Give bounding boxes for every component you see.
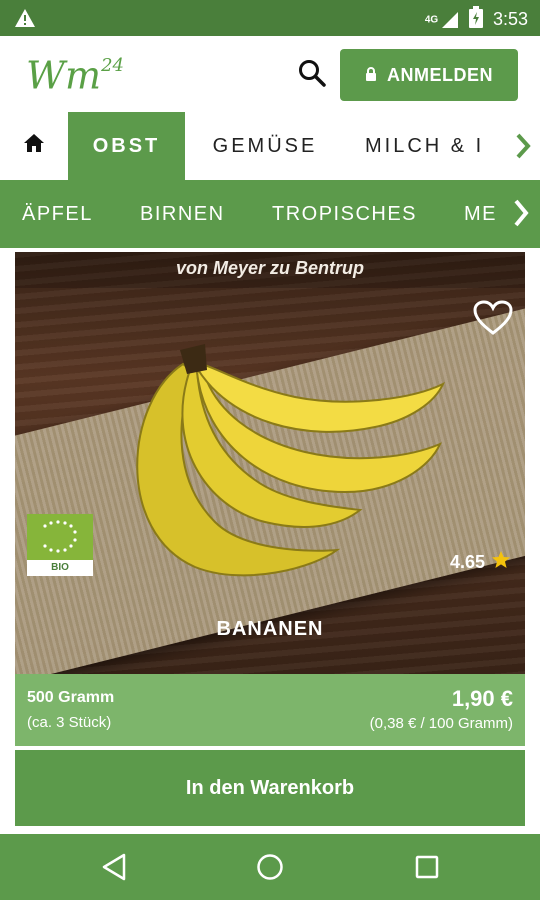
recents-icon[interactable]: [413, 852, 441, 887]
product-card[interactable]: von Meyer zu Bentrup BIO 4.65 BANANEN: [15, 252, 525, 674]
search-icon[interactable]: [297, 58, 327, 93]
system-nav-bar: [0, 834, 540, 900]
product-count: (ca. 3 Stück): [27, 714, 112, 731]
subcat-tropisches[interactable]: TROPISCHES: [272, 180, 417, 248]
add-to-cart-button[interactable]: In den Warenkorb: [15, 750, 525, 826]
chevron-right-icon[interactable]: [514, 132, 532, 165]
product-name: BANANEN: [216, 618, 324, 640]
tab-home[interactable]: [0, 112, 68, 180]
clock: 3:53: [492, 9, 528, 29]
network-type: 4G: [424, 14, 439, 26]
subcat-more[interactable]: ME: [464, 180, 497, 248]
product-info-band: 500 Gramm (ca. 3 Stück) 1,90 € (0,38 € /…: [15, 674, 525, 746]
signal-icon: [441, 11, 458, 28]
battery-icon: [468, 6, 483, 33]
subcat-birnen[interactable]: BIRNEN: [140, 180, 225, 248]
favorite-heart-icon[interactable]: [473, 300, 513, 341]
banana-image: [136, 344, 446, 577]
tab-obst[interactable]: OBST: [68, 112, 185, 180]
producer-label: von Meyer zu Bentrup: [175, 258, 365, 278]
status-bar: 4G 3:53: [0, 0, 540, 36]
home-icon: [23, 133, 45, 159]
bio-badge: BIO: [27, 514, 93, 576]
tab-gemuese[interactable]: GEMÜSE: [185, 112, 345, 180]
back-icon[interactable]: [100, 852, 128, 887]
eu-organic-leaf-icon: [27, 514, 93, 560]
bio-label: BIO: [27, 560, 93, 576]
lock-icon: [365, 65, 377, 86]
tab-milch[interactable]: MILCH & I: [345, 112, 525, 180]
product-price: 1,90 €: [451, 686, 513, 711]
network-indicator: 4G: [425, 11, 459, 29]
logo-text: Wm: [26, 53, 102, 98]
logo-superscript: 24: [101, 55, 124, 76]
login-label: ANMELDEN: [387, 64, 493, 85]
subcategory-bar: ÄPFEL BIRNEN TROPISCHES ME: [0, 180, 540, 248]
unit-price: (0,38 € / 100 Gramm): [369, 715, 513, 732]
wm24-logo[interactable]: Wm24: [26, 48, 124, 98]
rating-value: 4.65: [449, 552, 485, 572]
home-circle-icon[interactable]: [255, 852, 285, 887]
product-weight: 500 Gramm: [27, 689, 115, 706]
warning-icon: [14, 8, 36, 33]
product-rating: 4.65: [450, 550, 511, 575]
star-icon: [491, 550, 511, 575]
app-header: Wm24 ANMELDEN: [0, 36, 540, 112]
category-tabs: OBST GEMÜSE MILCH & I: [0, 112, 540, 180]
login-button[interactable]: ANMELDEN: [340, 49, 518, 101]
subcat-aepfel[interactable]: ÄPFEL: [22, 180, 93, 248]
chevron-right-icon[interactable]: [512, 198, 530, 233]
